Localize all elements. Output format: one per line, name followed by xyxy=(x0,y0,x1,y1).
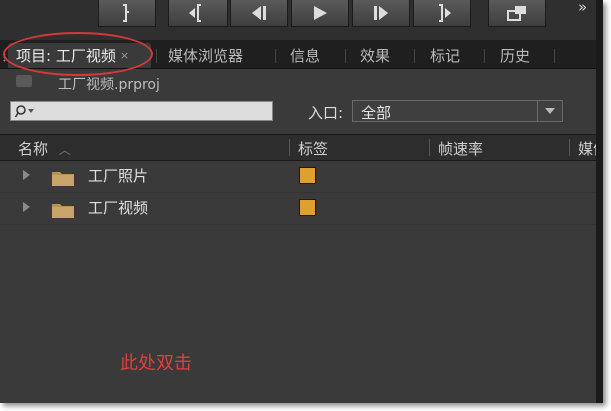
project-file-name: 工厂视频.prproj xyxy=(58,77,160,93)
bin-name: 工厂照片 xyxy=(88,167,149,185)
premiere-window: » 项目: 工厂视频 × 媒体浏览器 信息 效果 标记 历史 ▾≡ 工厂视频.p… xyxy=(0,0,603,403)
column-divider[interactable] xyxy=(289,139,290,156)
column-divider[interactable] xyxy=(569,139,570,156)
chevron-down-icon[interactable] xyxy=(537,101,562,121)
window-right-edge xyxy=(596,0,603,403)
play-icon xyxy=(312,5,328,21)
mark-out-button[interactable] xyxy=(98,0,156,27)
folder-icon xyxy=(52,170,74,190)
column-header-framerate[interactable]: 帧速率 xyxy=(438,138,483,159)
go-to-out-icon xyxy=(431,4,453,22)
list-item[interactable]: 工厂视频 xyxy=(0,193,603,225)
tab-close-icon[interactable]: × xyxy=(120,49,129,62)
bin-name: 工厂视频 xyxy=(88,199,149,217)
label-color-swatch[interactable] xyxy=(299,167,316,184)
search-icon[interactable] xyxy=(14,104,37,123)
project-file-icon xyxy=(16,75,32,87)
entry-label: 入口: xyxy=(308,104,344,122)
go-to-out-button[interactable] xyxy=(413,0,471,27)
project-panel: 工厂视频.prproj 2 入口: 全部 名称 ︿ 标签 帧速率 媒体 xyxy=(0,69,603,403)
sort-ascending-icon[interactable]: ︿ xyxy=(59,143,71,157)
entry-select[interactable]: 全部 xyxy=(352,100,563,122)
toolbar-more-icon[interactable]: » xyxy=(578,0,587,16)
list-item[interactable]: 工厂照片 xyxy=(0,161,603,193)
tab-divider xyxy=(484,49,485,63)
play-button[interactable] xyxy=(291,0,349,27)
panel-tab-strip: 项目: 工厂视频 × 媒体浏览器 信息 效果 标记 历史 ▾≡ xyxy=(0,40,603,97)
column-header-row: 名称 ︿ 标签 帧速率 媒体 xyxy=(0,134,603,161)
label-color-swatch[interactable] xyxy=(299,199,316,216)
expand-arrow-icon[interactable] xyxy=(23,202,30,212)
column-header-label[interactable]: 标签 xyxy=(298,138,328,159)
column-header-name[interactable]: 名称 ︿ xyxy=(18,138,71,159)
tab-divider xyxy=(554,49,555,63)
step-forward-icon xyxy=(371,5,391,21)
panel-grip-icon[interactable] xyxy=(3,50,6,62)
export-frame-icon xyxy=(506,5,528,21)
tab-effects[interactable]: 效果 xyxy=(352,43,402,68)
tab-markers[interactable]: 标记 xyxy=(422,43,472,68)
double-click-hint: 此处双击 xyxy=(120,353,192,374)
search-input[interactable] xyxy=(10,101,273,121)
tab-divider xyxy=(345,49,346,63)
go-to-in-button[interactable] xyxy=(168,0,228,27)
mark-out-icon xyxy=(121,4,133,22)
tab-history[interactable]: 历史 xyxy=(492,43,542,68)
export-frame-button[interactable] xyxy=(488,0,546,27)
tab-info[interactable]: 信息 xyxy=(282,43,332,68)
tab-project[interactable]: 项目: 工厂视频 × xyxy=(8,43,151,68)
expand-arrow-icon[interactable] xyxy=(23,170,30,180)
entry-select-value: 全部 xyxy=(361,104,392,122)
column-divider[interactable] xyxy=(429,139,430,156)
tab-divider xyxy=(275,49,276,63)
transport-toolbar: » xyxy=(0,0,603,40)
tab-media-browser[interactable]: 媒体浏览器 xyxy=(160,43,270,68)
step-back-icon xyxy=(249,5,269,21)
tab-divider xyxy=(156,49,157,63)
folder-icon xyxy=(52,202,74,222)
go-to-in-icon xyxy=(187,4,209,22)
step-back-button[interactable] xyxy=(230,0,288,27)
tab-project-label: 项目: 工厂视频 xyxy=(16,47,116,65)
step-forward-button[interactable] xyxy=(352,0,410,27)
tab-divider xyxy=(414,49,415,63)
